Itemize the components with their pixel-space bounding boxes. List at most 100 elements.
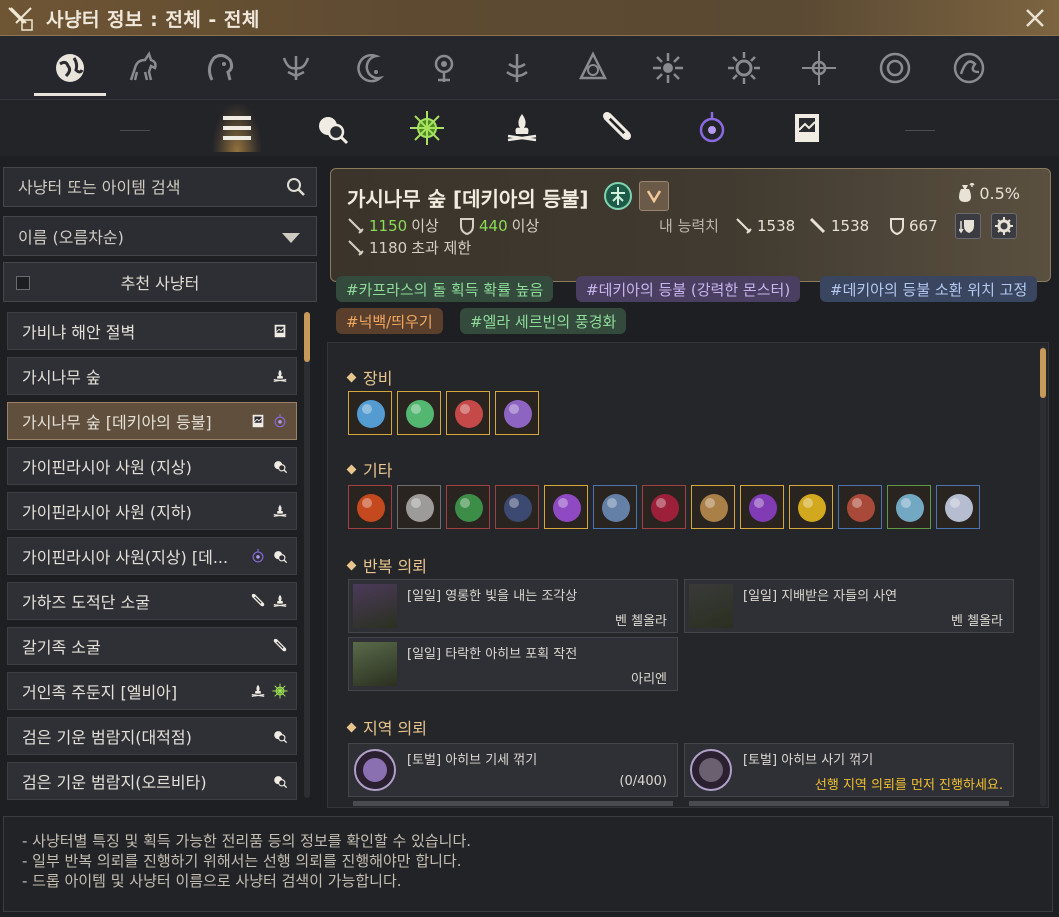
- dropdown-toggle[interactable]: [639, 181, 669, 211]
- gear-icon: [995, 217, 1013, 235]
- search-box: [3, 167, 317, 207]
- category-tab[interactable]: [569, 46, 617, 90]
- category-tab[interactable]: [272, 46, 320, 90]
- list-item-label: 가이핀라시아 사원 (지상): [22, 458, 192, 477]
- category-tab[interactable]: [346, 46, 394, 90]
- category-tab[interactable]: [493, 46, 541, 90]
- stat-compare-button[interactable]: [955, 213, 981, 239]
- list-item[interactable]: 가이핀라시아 사원 (지상): [7, 447, 297, 485]
- hunting-ground-list-panel: 이름 (오름차순) 추천 사냥터 가비냐 해안 절벽가시나무 숲가시나무 숲 […: [0, 160, 322, 810]
- misc-item-slot[interactable]: [838, 485, 882, 529]
- view-tab[interactable]: [498, 104, 546, 152]
- campfire-icon: [507, 114, 537, 142]
- list-item[interactable]: 가시나무 숲 [데키아의 등불]: [7, 402, 297, 440]
- required-dp: 440 이상: [459, 215, 539, 236]
- sort-dropdown[interactable]: 이름 (오름차순): [3, 216, 317, 256]
- misc-item-slot[interactable]: [348, 485, 392, 529]
- view-tab[interactable]: [213, 104, 261, 152]
- view-tab[interactable]: [783, 104, 831, 152]
- scrollbar-thumb[interactable]: [1040, 348, 1046, 398]
- misc-item-slot[interactable]: [642, 485, 686, 529]
- misc-item-slot[interactable]: [446, 485, 490, 529]
- scrollbar-thumb[interactable]: [304, 312, 310, 362]
- ap-limit: 1180 초과 제한: [347, 237, 471, 258]
- required-ap-suffix: 이상: [411, 217, 439, 235]
- campfire-icon: [273, 369, 287, 382]
- close-icon[interactable]: [1023, 6, 1047, 30]
- list-item[interactable]: 검은 기운 범람지(대적점): [7, 717, 297, 755]
- search-input[interactable]: [18, 177, 278, 197]
- detail-scrollbar[interactable]: [1040, 346, 1046, 806]
- list-item[interactable]: 갈기족 소굴: [7, 627, 297, 665]
- category-tab[interactable]: [871, 46, 919, 90]
- misc-item-slot[interactable]: [936, 485, 980, 529]
- list-item[interactable]: 거인족 주둔지 [엘비아]: [7, 672, 297, 710]
- equipment-item-slot[interactable]: [348, 391, 392, 435]
- category-tab[interactable]: [196, 46, 244, 90]
- drop-rate: 0.5%: [955, 183, 1020, 203]
- required-dp-suffix: 이상: [511, 217, 540, 235]
- list-item[interactable]: 검은 기운 범람지(오르비타): [7, 762, 297, 800]
- list-item-label: 가비냐 해안 절벽: [22, 323, 136, 342]
- treasure-chest-icon: [692, 486, 734, 528]
- list-item[interactable]: 가하즈 도적단 소굴: [7, 582, 297, 620]
- divider: [120, 130, 150, 131]
- quest-title: [토벌] 아히브 사기 꺾기: [743, 753, 874, 768]
- region-quest-card[interactable]: [토벌] 아히브 사기 꺾기선행 지역 의뢰를 먼저 진행하세요.: [684, 743, 1014, 806]
- misc-item-slot[interactable]: [887, 485, 931, 529]
- category-tab[interactable]: [34, 46, 106, 96]
- my-awakening-ap: 1538: [809, 217, 869, 235]
- grey-leaf-icon: [398, 486, 440, 528]
- misc-item-slot[interactable]: [593, 485, 637, 529]
- category-tab[interactable]: [420, 46, 468, 90]
- quest-status: 선행 지역 의뢰를 먼저 진행하세요.: [814, 778, 1003, 793]
- quest-title: [토벌] 아히브 기세 꺾기: [407, 753, 538, 768]
- category-tab[interactable]: [945, 46, 993, 90]
- view-tab[interactable]: [688, 104, 736, 152]
- view-tab[interactable]: [593, 104, 641, 152]
- quest-giver-portrait: [689, 584, 733, 628]
- list-item[interactable]: 가시나무 숲: [7, 357, 297, 395]
- recommend-checkbox[interactable]: [16, 276, 30, 290]
- list-item[interactable]: 가비냐 해안 절벽: [7, 312, 297, 350]
- view-tab[interactable]: [403, 104, 451, 152]
- help-footer: - 사냥터별 특징 및 획득 가능한 전리품 등의 정보를 확인할 수 있습니다…: [3, 816, 1053, 912]
- search-icon[interactable]: [286, 177, 306, 197]
- misc-item-slot[interactable]: [397, 485, 441, 529]
- list-icon: [223, 116, 251, 140]
- category-tab[interactable]: [720, 46, 768, 90]
- list-item[interactable]: 가이핀라시아 사원 (지하): [7, 492, 297, 530]
- category-tab[interactable]: [119, 46, 167, 90]
- misc-item-slot[interactable]: [495, 485, 539, 529]
- settings-button[interactable]: [991, 213, 1017, 239]
- list-scrollbar[interactable]: [304, 312, 310, 798]
- equipment-item-slot[interactable]: [446, 391, 490, 435]
- sort-label: 이름 (오름차순): [18, 228, 124, 247]
- section-misc: 기타: [348, 457, 392, 481]
- monster-search-icon: [319, 117, 349, 145]
- repeat-quest-card[interactable]: [일일] 타락한 아히브 포획 작전 아리엔: [348, 637, 678, 691]
- equipment-item-slot[interactable]: [495, 391, 539, 435]
- misc-item-slot[interactable]: [544, 485, 588, 529]
- picture-frame-icon: [274, 324, 286, 338]
- purple-cube-icon: [741, 486, 783, 528]
- region-quest-card[interactable]: [토벌] 아히브 기세 꺾기 (0/400): [348, 743, 678, 806]
- list-item[interactable]: 가이핀라시아 사원(지상) [데...: [7, 537, 297, 575]
- misc-item-slot[interactable]: [789, 485, 833, 529]
- my-ap-value: 1538: [757, 217, 796, 235]
- category-tab[interactable]: [795, 46, 843, 90]
- category-tab[interactable]: [644, 46, 692, 90]
- misc-item-slot[interactable]: [691, 485, 735, 529]
- subjugation-quest-icon: [354, 749, 396, 791]
- repeat-quest-card[interactable]: [일일] 지배받은 자들의 사연 벤 첼올라: [684, 579, 1014, 633]
- red-spark-icon: [349, 486, 391, 528]
- view-tab[interactable]: [308, 104, 356, 152]
- recommend-toggle[interactable]: 추천 사냥터: [3, 262, 317, 302]
- shield-icon: [890, 218, 904, 235]
- equipment-item-slot[interactable]: [397, 391, 441, 435]
- repeat-quest-card[interactable]: [일일] 영롱한 빛을 내는 조각상 벤 첼올라: [348, 579, 678, 633]
- quest-giver: 벤 첼올라: [615, 614, 667, 629]
- misc-item-slot[interactable]: [740, 485, 784, 529]
- feature-tag: #데키아의 등불 (강력한 몬스터): [576, 276, 801, 302]
- money-bag-icon: [959, 183, 975, 202]
